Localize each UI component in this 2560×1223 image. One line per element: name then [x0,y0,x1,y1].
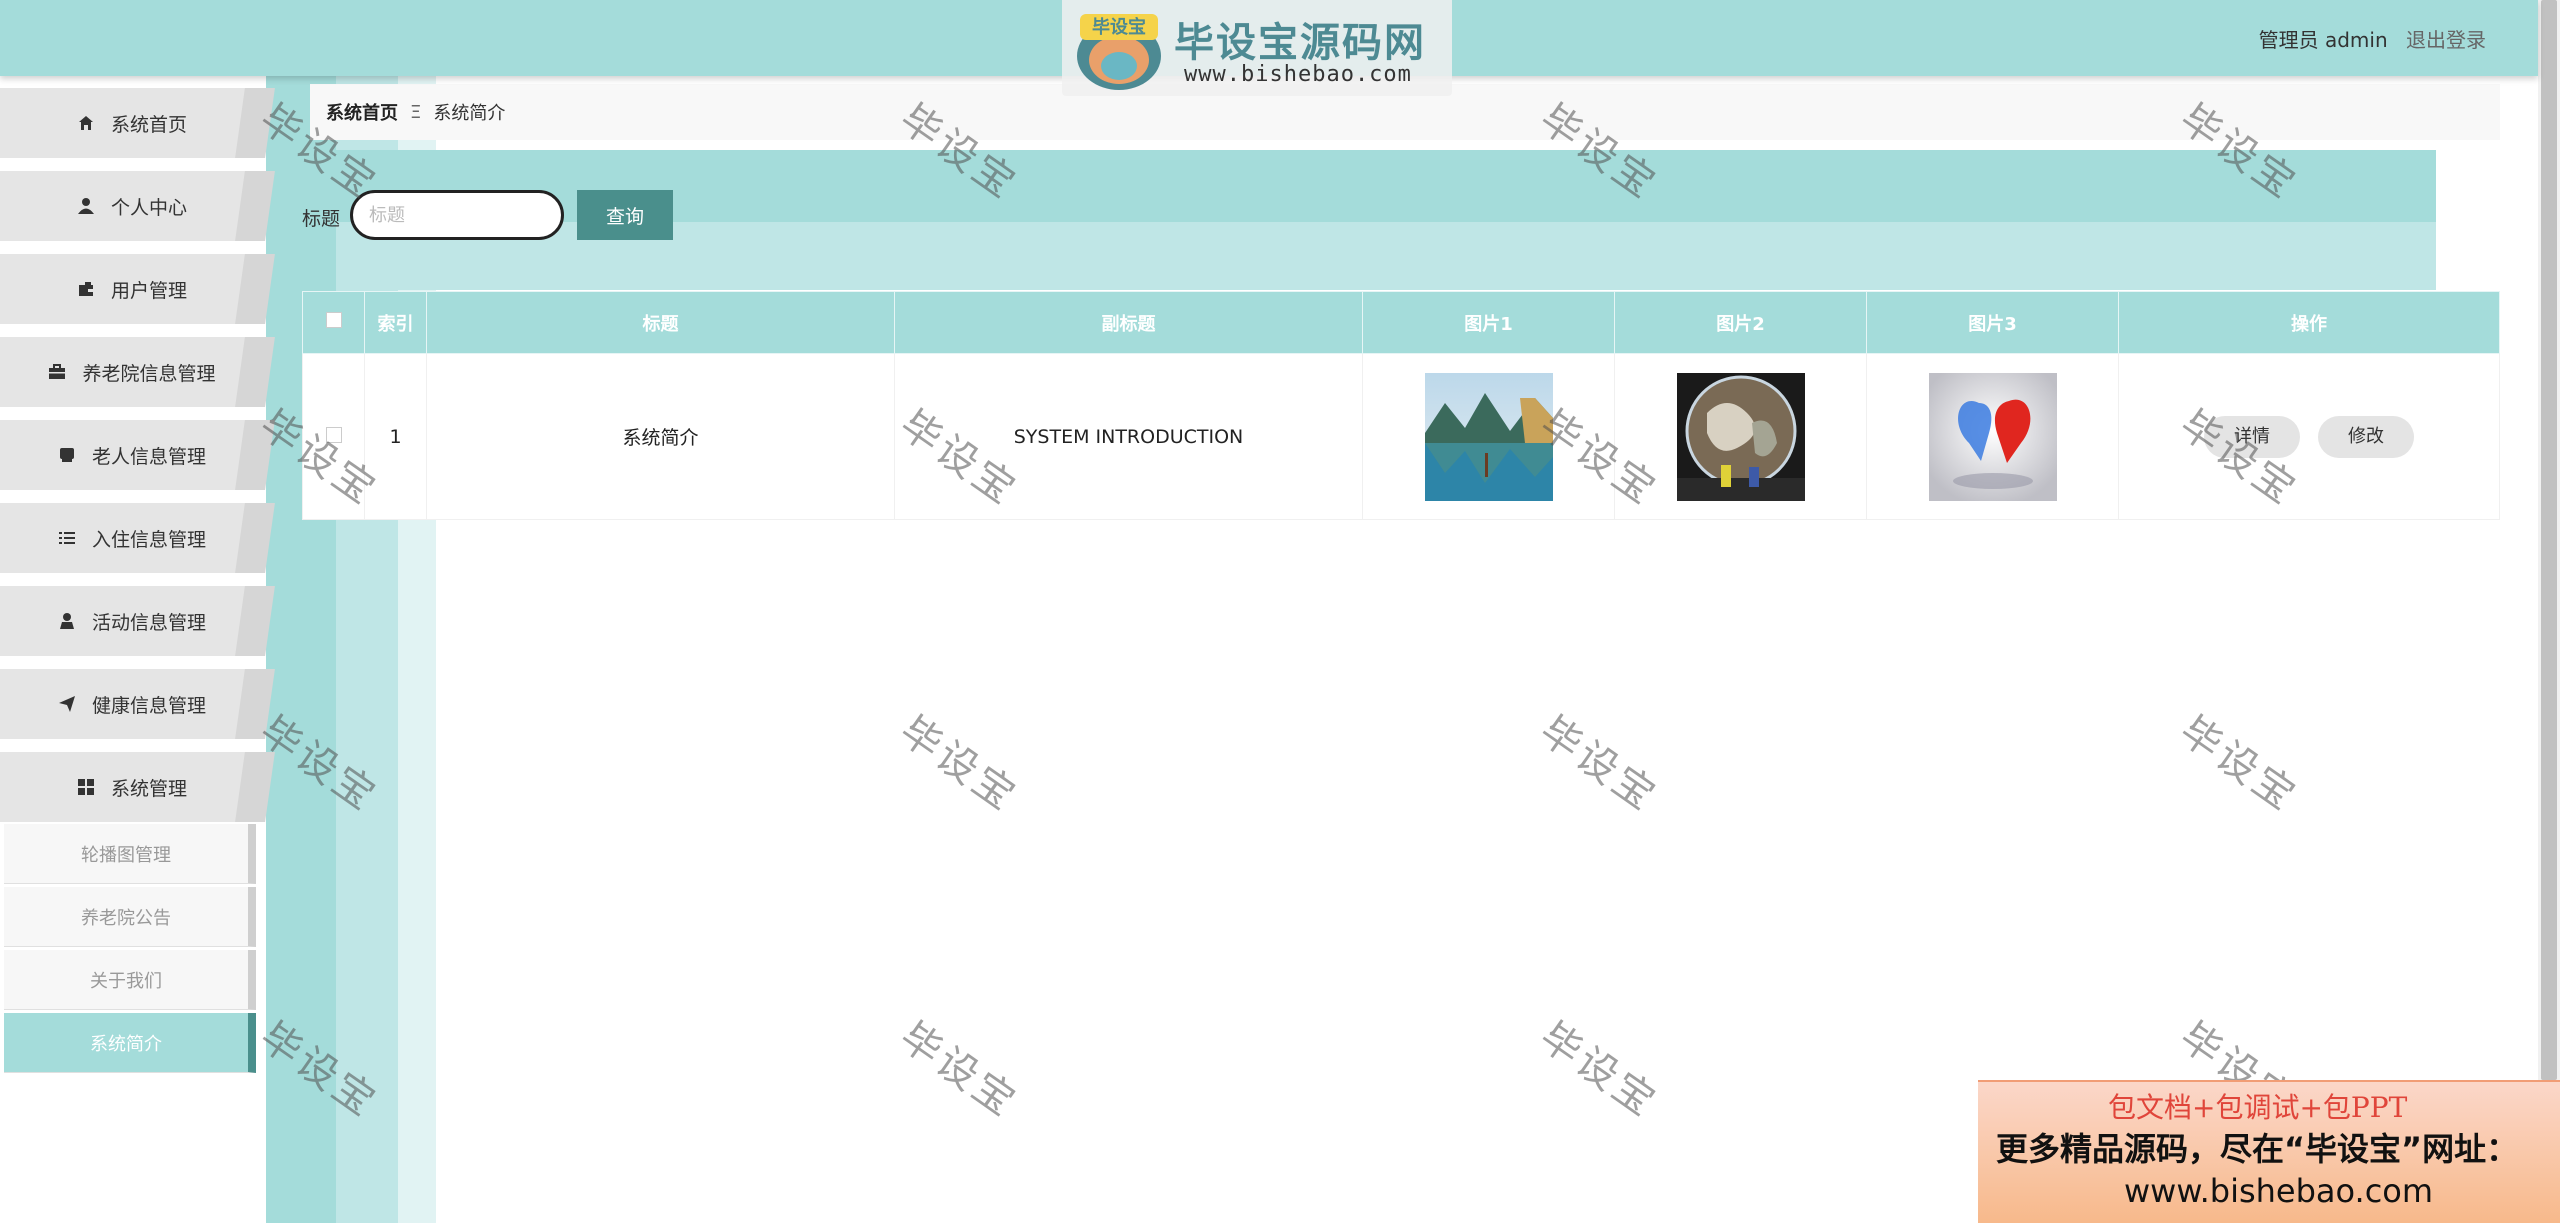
submenu-notice[interactable]: 养老院公告 [4,887,256,947]
breadcrumb-home[interactable]: 系统首页 [326,99,398,125]
breadcrumb-current: 系统简介 [433,103,506,124]
column-header: 索引 [364,291,427,354]
scrollbar-thumb[interactable] [2541,0,2557,1080]
submenu-system-intro[interactable]: 系统简介 [4,1013,256,1073]
decorative-strip [336,76,398,1223]
column-header: 图片2 [1614,291,1867,354]
breadcrumb-separator: Ξ [410,101,422,123]
table-header-row: 索引 标题 副标题 图片1 图片2 图片3 操作 [302,291,2500,354]
row-checkbox[interactable] [325,426,342,443]
column-header: 副标题 [894,291,1363,354]
row-image3-cell [1866,353,2119,520]
vertical-scrollbar[interactable] [2538,0,2560,1223]
person-icon [56,611,78,631]
watermark: 毕设宝 [1531,1013,1666,1127]
row-select-cell[interactable] [302,353,365,520]
sidebar-item-label: 用户管理 [110,279,187,302]
row-title: 系统简介 [426,353,895,520]
search-input[interactable] [350,190,564,240]
column-header: 图片1 [1362,291,1615,354]
hearts-image[interactable] [1928,372,2057,501]
list-icon [56,528,78,548]
briefcase-icon [46,362,68,382]
sidebar-item-checkin[interactable]: 入住信息管理 [0,503,262,573]
decorative-strip [266,76,336,1223]
ad-banner[interactable]: 包文档+包调试+包PPT 更多精品源码，尽在“毕设宝”网址： www.bishe… [1978,1080,2560,1223]
send-icon [56,694,78,714]
column-header: 操作 [2118,291,2500,354]
sidebar-item-label: 入住信息管理 [91,528,206,551]
logo-badge-text: 毕设宝 [1092,16,1146,38]
sidebar-item-label: 养老院信息管理 [82,362,216,385]
row-subtitle: SYSTEM INTRODUCTION [894,353,1363,520]
top-header: 毕设宝 毕设宝源码网 www.bishebao.com 管理员 admin 退出… [0,0,2538,96]
submenu-carousel[interactable]: 轮播图管理 [4,824,256,884]
admin-label: 管理员 admin [2258,28,2388,52]
search-button[interactable]: 查询 [577,190,673,240]
sidebar-item-users[interactable]: 用户管理 [0,254,262,324]
column-header: 图片3 [1866,291,2119,354]
detail-button[interactable]: 详情 [2203,415,2300,458]
earth-image[interactable] [1676,372,1805,501]
sidebar-item-nursing-home[interactable]: 养老院信息管理 [0,337,262,407]
watermark: 毕设宝 [1531,707,1666,821]
sidebar-item-label: 系统管理 [110,777,187,800]
ad-line-2: 更多精品源码，尽在“毕设宝”网址： [1996,1130,2519,1168]
watermark: 毕设宝 [2171,707,2306,821]
column-header: 标题 [426,291,895,354]
row-index: 1 [364,353,427,520]
select-all-header[interactable] [302,291,365,354]
row-image2-cell [1614,353,1867,520]
sidebar-item-health[interactable]: 健康信息管理 [0,669,262,739]
inbox-icon [56,445,78,465]
edit-button[interactable]: 修改 [2318,415,2415,458]
home-icon [75,113,97,133]
logo-title: 毕设宝源码网 [1174,20,1426,66]
select-all-checkbox[interactable] [325,312,342,328]
wallet-icon [75,279,97,299]
row-image1-cell [1362,353,1615,520]
logo-badge-icon: 毕设宝 [1077,14,1161,90]
search-label: 标题 [302,208,341,230]
search-band-lower [380,222,2436,290]
sidebar-item-label: 健康信息管理 [91,694,206,717]
sidebar-item-label: 个人中心 [110,196,187,219]
lake-mountain-image[interactable] [1424,372,1553,501]
sidebar-item-activity[interactable]: 活动信息管理 [0,586,262,656]
submenu-about[interactable]: 关于我们 [4,950,256,1010]
row-actions: 详情 修改 [2118,353,2500,520]
sidebar: 系统首页 个人中心 用户管理 养老院信息管理 老人信息管理 入住信息管理 活动信… [0,76,266,1223]
site-logo[interactable]: 毕设宝 毕设宝源码网 www.bishebao.com [1062,0,1452,96]
sidebar-item-elderly[interactable]: 老人信息管理 [0,420,262,490]
sidebar-item-home[interactable]: 系统首页 [0,88,262,158]
watermark: 毕设宝 [891,1013,1026,1127]
table-row: 1 系统简介 SYSTEM INTRODUCTION 详情 修改 [302,353,2500,520]
data-table: 索引 标题 副标题 图片1 图片2 图片3 操作 1 系统简介 SYSTEM I… [302,291,2500,520]
logo-url: www.bishebao.com [1184,62,1412,87]
sidebar-item-label: 系统首页 [110,113,187,136]
grid-icon [75,777,97,797]
user-info: 管理员 admin 退出登录 [2259,24,2486,53]
ad-url[interactable]: www.bishebao.com [2124,1172,2433,1210]
sidebar-item-system[interactable]: 系统管理 [0,752,262,822]
logout-link[interactable]: 退出登录 [2406,28,2486,52]
sidebar-item-label: 老人信息管理 [91,445,206,468]
sidebar-item-label: 活动信息管理 [91,611,206,634]
sidebar-item-profile[interactable]: 个人中心 [0,171,262,241]
user-icon [75,196,97,216]
watermark: 毕设宝 [891,707,1026,821]
ad-line-1: 包文档+包调试+包PPT [2108,1091,2408,1124]
